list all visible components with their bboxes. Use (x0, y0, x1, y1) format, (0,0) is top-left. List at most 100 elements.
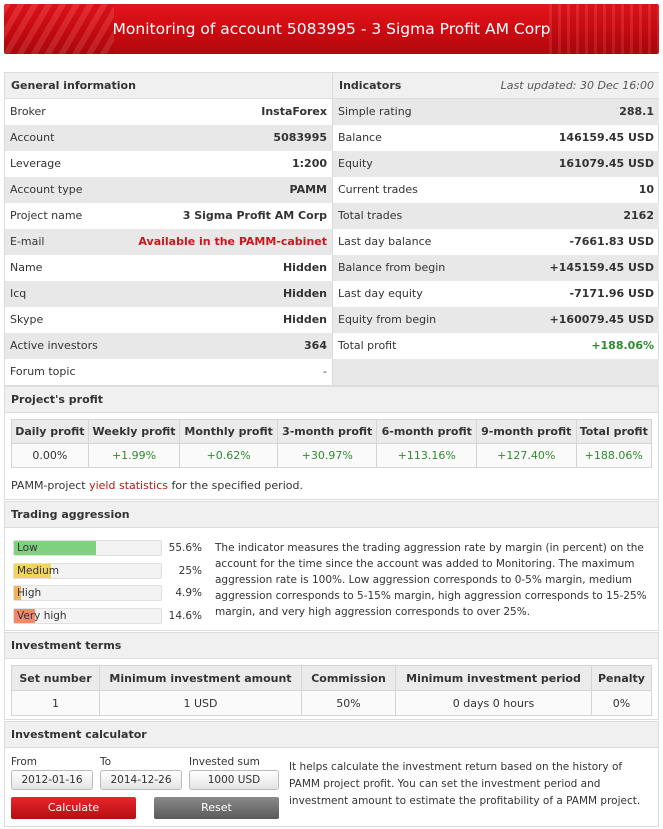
profit-column-header: Weekly profit (87, 419, 181, 444)
last-updated: Last updated: 30 Dec 16:00 (500, 79, 654, 92)
info-label: Forum topic (10, 365, 76, 378)
indicator-value: 288.1 (619, 105, 654, 118)
profit-table: Daily profit Weekly profit Monthly profi… (11, 419, 653, 468)
table-row: 1 1 USD 50% 0 days 0 hours 0% (11, 690, 652, 716)
indicator-row-last-day-equity: Last day equity -7171.96 USD (333, 281, 659, 307)
yield-suffix: for the specified period. (168, 479, 303, 492)
profit-column-header: Total profit (575, 419, 653, 444)
trading-aggression-section: Trading aggression Low 55.6% Medium 25% … (4, 501, 659, 631)
terms-table: Set number Minimum investment amount Com… (11, 665, 652, 716)
to-date-input[interactable]: 2014-12-26 (100, 770, 182, 790)
terms-column-header: Set number (11, 665, 100, 691)
calculate-button[interactable]: Calculate (11, 797, 136, 819)
profit-column-header: 3-month profit (276, 419, 378, 444)
indicator-value: 161079.45 USD (558, 157, 654, 170)
indicator-value: +188.06% (591, 339, 654, 352)
general-information-header: General information (5, 73, 332, 99)
indicator-label: Equity from begin (338, 313, 437, 326)
reset-button[interactable]: Reset (154, 797, 279, 819)
terms-column-header: Commission (301, 665, 396, 691)
info-value: 3 Sigma Profit AM Corp (182, 209, 327, 222)
yield-statistics-link[interactable]: yield statistics (89, 479, 168, 492)
investment-terms-header: Investment terms (5, 633, 658, 659)
info-label: Name (10, 261, 43, 274)
profit-cell: +188.06% (575, 443, 653, 468)
profit-column-header: Daily profit (11, 419, 89, 444)
bar-percent: 4.9% (175, 587, 202, 599)
yield-statistics-line: PAMM-project yield statistics for the sp… (11, 479, 303, 492)
info-row-account: Account 5083995 (5, 125, 332, 151)
terms-cell: 0 days 0 hours (395, 690, 592, 716)
project-profit-section: Project's profit Daily profit Weekly pro… (4, 386, 659, 500)
investment-calculator-section: Investment calculator From 2012-01-16 To… (4, 721, 659, 827)
info-value: 364 (304, 339, 327, 352)
invested-sum-input[interactable]: 1000 USD (189, 770, 279, 790)
aggression-bars: Low 55.6% Medium 25% High 4.9% Very high… (13, 538, 203, 628)
info-row-active-investors: Active investors 364 (5, 333, 332, 359)
indicator-row-total-trades: Total trades 2162 (333, 203, 659, 229)
investment-calculator-header: Investment calculator (5, 722, 658, 748)
info-value: 5083995 (273, 131, 327, 144)
profit-cell: +113.16% (376, 443, 477, 468)
indicator-row-balance-from-begin: Balance from begin +145159.45 USD (333, 255, 659, 281)
indicator-label: Last day equity (338, 287, 423, 300)
indicator-row-total-profit: Total profit +188.06% (333, 333, 659, 359)
info-value: 1:200 (291, 157, 327, 170)
indicators-filler (333, 359, 659, 385)
general-information-panel: General information Broker InstaForex Acc… (5, 73, 333, 385)
aggression-bar-medium: Medium 25% (13, 561, 203, 584)
indicator-label: Total trades (338, 209, 403, 222)
info-value: Hidden (282, 287, 327, 300)
indicator-label: Balance from begin (338, 261, 446, 274)
indicator-value: 10 (638, 183, 654, 196)
info-label: Active investors (10, 339, 98, 352)
bar-label: Very high (17, 609, 67, 622)
bar-percent: 55.6% (168, 542, 202, 554)
profit-cell: 0.00% (11, 443, 89, 468)
calculator-description: It helps calculate the investment return… (289, 761, 641, 807)
indicator-value: -7171.96 USD (569, 287, 654, 300)
from-date-input[interactable]: 2012-01-16 (11, 770, 93, 790)
info-value: PAMM (289, 183, 327, 196)
to-label: To (100, 756, 112, 768)
bar-label: Medium (17, 564, 59, 577)
indicator-label: Total profit (338, 339, 397, 352)
terms-column-header: Minimum investment amount (99, 665, 302, 691)
project-profit-header: Project's profit (5, 387, 658, 413)
table-row: 0.00% +1.99% +0.62% +30.97% +113.16% +12… (11, 443, 653, 468)
info-value: Hidden (282, 313, 327, 326)
indicator-value: 2162 (623, 209, 654, 222)
info-row-project-name: Project name 3 Sigma Profit AM Corp (5, 203, 332, 229)
profit-cell: +0.62% (179, 443, 278, 468)
info-label: Account (10, 131, 55, 144)
bar-percent: 14.6% (168, 609, 202, 622)
indicator-row-last-day-balance: Last day balance -7661.83 USD (333, 229, 659, 255)
indicator-label: Last day balance (338, 235, 432, 248)
info-row-skype: Skype Hidden (5, 307, 332, 333)
bar-label: High (17, 587, 42, 599)
indicator-label: Balance (338, 131, 382, 144)
email-link[interactable]: Available in the PAMM-cabinet (138, 229, 327, 255)
info-label: Leverage (10, 157, 61, 170)
trading-aggression-header: Trading aggression (5, 502, 658, 528)
indicator-row-simple-rating: Simple rating 288.1 (333, 99, 659, 125)
bar-label: Low (17, 542, 38, 554)
info-value: Hidden (282, 261, 327, 274)
info-row-email: E-mail Available in the PAMM-cabinet (5, 229, 332, 255)
info-label: E-mail (10, 235, 45, 248)
info-label: Project name (10, 209, 83, 222)
indicator-row-balance: Balance 146159.45 USD (333, 125, 659, 151)
info-row-leverage: Leverage 1:200 (5, 151, 332, 177)
indicator-value: +145159.45 USD (549, 261, 654, 274)
profit-cell: +1.99% (87, 443, 181, 468)
info-row-account-type: Account type PAMM (5, 177, 332, 203)
indicator-label: Equity (338, 157, 373, 170)
indicators-title: Indicators (339, 79, 402, 92)
profit-column-header: 6-month profit (376, 419, 477, 444)
terms-cell: 1 (11, 690, 100, 716)
investment-terms-section: Investment terms Set number Minimum inve… (4, 632, 659, 720)
aggression-bar-very-high: Very high 14.6% (13, 606, 203, 629)
indicator-row-equity: Equity 161079.45 USD (333, 151, 659, 177)
yield-prefix: PAMM-project (11, 479, 90, 492)
indicator-value: -7661.83 USD (569, 235, 654, 248)
